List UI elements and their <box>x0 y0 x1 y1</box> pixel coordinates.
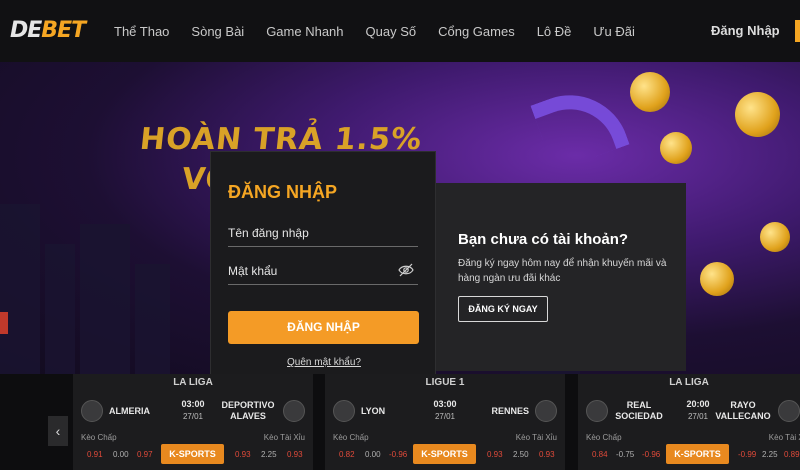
username-placeholder: Tên đăng nhập <box>228 226 309 240</box>
password-placeholder: Mật khẩu <box>228 264 278 278</box>
forgot-password-link[interactable]: Quên mật khẩu? <box>211 357 437 368</box>
register-panel: Bạn chưa có tài khoản? Đăng ký ngay hôm … <box>436 183 686 371</box>
kickoff-time: 03:00 <box>181 399 205 409</box>
register-title: Bạn chưa có tài khoản? <box>458 231 629 248</box>
odds-value[interactable]: 0.84 <box>592 450 608 459</box>
match-card[interactable]: LA LIGA ALMERIA 03:00 27/01 DEPORTIVO AL… <box>73 374 313 470</box>
home-team-name: LYON <box>361 405 386 416</box>
odds-value[interactable]: -0.96 <box>389 450 407 459</box>
coin-icon <box>700 262 734 296</box>
team-badge-icon <box>283 400 305 422</box>
menu-item-quay-so[interactable]: Quay Số <box>366 24 417 39</box>
ksports-button[interactable]: K-SPORTS <box>666 444 729 464</box>
login-title: ĐĂNG NHẬP <box>228 182 338 202</box>
league-name: LA LIGA <box>173 377 213 388</box>
overunder-label: Kèo Tài Xỉu <box>515 433 557 442</box>
match-strip: ‹ LA LIGA ALMERIA 03:00 27/01 DEPORTIVO … <box>0 374 800 470</box>
menu-item-cong-games[interactable]: Cổng Games <box>438 24 515 39</box>
odds-value[interactable]: 0.97 <box>137 450 153 459</box>
home-team: ALMERIA <box>81 400 156 422</box>
city-skyline <box>80 224 130 374</box>
odds-value[interactable]: -0.75 <box>616 450 634 459</box>
city-skyline <box>0 204 40 374</box>
menu-item-uu-dai[interactable]: Ưu Đãi <box>593 24 634 39</box>
arrow-decoration <box>530 78 630 172</box>
coin-icon <box>630 72 670 112</box>
odds-value[interactable]: 0.93 <box>487 450 503 459</box>
menu-item-game-nhanh[interactable]: Game Nhanh <box>266 24 343 39</box>
home-team: LYON <box>333 400 391 422</box>
ksports-button[interactable]: K-SPORTS <box>161 444 224 464</box>
team-badge-icon <box>81 400 103 422</box>
password-field[interactable]: Mật khẩu <box>228 259 418 285</box>
odds-value[interactable]: 2.50 <box>513 450 529 459</box>
odds-value[interactable]: 0.91 <box>87 450 103 459</box>
nav-login-link[interactable]: Đăng Nhập <box>711 23 780 38</box>
odds-value[interactable]: 0.93 <box>287 450 303 459</box>
logo-de: DE <box>10 18 42 43</box>
odds-value[interactable]: 0.00 <box>113 450 129 459</box>
odds-value[interactable]: 0.82 <box>339 450 355 459</box>
coin-icon <box>760 222 790 252</box>
team-badge-icon <box>333 400 355 422</box>
logo-bet: BET <box>41 18 86 43</box>
away-team: RAYO VALLECANO <box>708 400 800 422</box>
odds-value[interactable]: 0.00 <box>365 450 381 459</box>
odds-value[interactable]: -0.99 <box>738 450 756 459</box>
team-badge-icon <box>778 400 800 422</box>
away-team: RENNES <box>485 400 557 422</box>
home-team-name: REAL SOCIEDAD <box>615 400 663 421</box>
away-team-name: RENNES <box>491 405 529 416</box>
overunder-label: Kèo Tài Xỉu <box>768 433 800 442</box>
logo[interactable]: DEBET <box>10 18 86 43</box>
kickoff-time: 03:00 <box>433 399 457 409</box>
match-card[interactable]: LIGUE 1 LYON 03:00 27/01 RENNES Kèo Chấp… <box>325 374 565 470</box>
chevron-left-icon[interactable]: ‹ <box>48 416 68 446</box>
eye-off-icon[interactable] <box>398 263 414 277</box>
menu-item-song-bai[interactable]: Sòng Bài <box>191 24 244 39</box>
overunder-label: Kèo Tài Xỉu <box>263 433 305 442</box>
handicap-label: Kèo Chấp <box>586 433 622 442</box>
match-card[interactable]: LA LIGA REAL SOCIEDAD 20:00 27/01 RAYO V… <box>578 374 800 470</box>
odds-value[interactable]: 2.25 <box>261 450 277 459</box>
username-field[interactable]: Tên đăng nhập <box>228 221 418 247</box>
team-badge-icon <box>535 400 557 422</box>
match-time: 03:00 27/01 <box>176 399 210 421</box>
menu-item-lo-de[interactable]: Lô Đề <box>537 24 572 39</box>
ksports-button[interactable]: K-SPORTS <box>413 444 476 464</box>
handicap-label: Kèo Chấp <box>81 433 117 442</box>
top-nav: DEBET Thể Thao Sòng Bài Game Nhanh Quay … <box>0 0 800 62</box>
handicap-label: Kèo Chấp <box>333 433 369 442</box>
login-panel: ĐĂNG NHẬP Tên đăng nhập Mật khẩu ĐĂNG NH… <box>210 151 436 399</box>
coin-icon <box>660 132 692 164</box>
league-name: LA LIGA <box>669 377 709 388</box>
odds-value[interactable]: -0.96 <box>642 450 660 459</box>
coin-icon <box>735 92 780 137</box>
register-now-button[interactable]: ĐĂNG KÝ NGAY <box>458 296 548 322</box>
home-team: REAL SOCIEDAD <box>586 400 670 422</box>
kickoff-date: 27/01 <box>434 412 456 421</box>
register-button-edge[interactable] <box>795 20 800 42</box>
kickoff-date: 27/01 <box>182 412 204 421</box>
away-team: DEPORTIVO ALAVES <box>213 400 305 422</box>
match-time: 03:00 27/01 <box>428 399 462 421</box>
odds-value[interactable]: 2.25 <box>762 450 778 459</box>
away-team-name: RAYO VALLECANO <box>715 400 771 421</box>
side-tab[interactable] <box>0 312 8 334</box>
odds-value[interactable]: 0.89 <box>784 450 800 459</box>
city-skyline <box>45 244 75 374</box>
login-submit-button[interactable]: ĐĂNG NHẬP <box>228 311 419 344</box>
away-team-name: DEPORTIVO ALAVES <box>221 400 275 421</box>
home-team-name: ALMERIA <box>109 405 150 416</box>
menu-item-the-thao[interactable]: Thể Thao <box>114 24 169 39</box>
league-name: LIGUE 1 <box>425 377 465 388</box>
main-menu: Thể Thao Sòng Bài Game Nhanh Quay Số Cổn… <box>114 0 657 62</box>
team-badge-icon <box>586 400 608 422</box>
city-skyline <box>135 264 170 374</box>
odds-value[interactable]: 0.93 <box>539 450 555 459</box>
register-description: Đăng ký ngay hôm nay để nhận khuyến mãi … <box>458 258 667 284</box>
odds-value[interactable]: 0.93 <box>235 450 251 459</box>
